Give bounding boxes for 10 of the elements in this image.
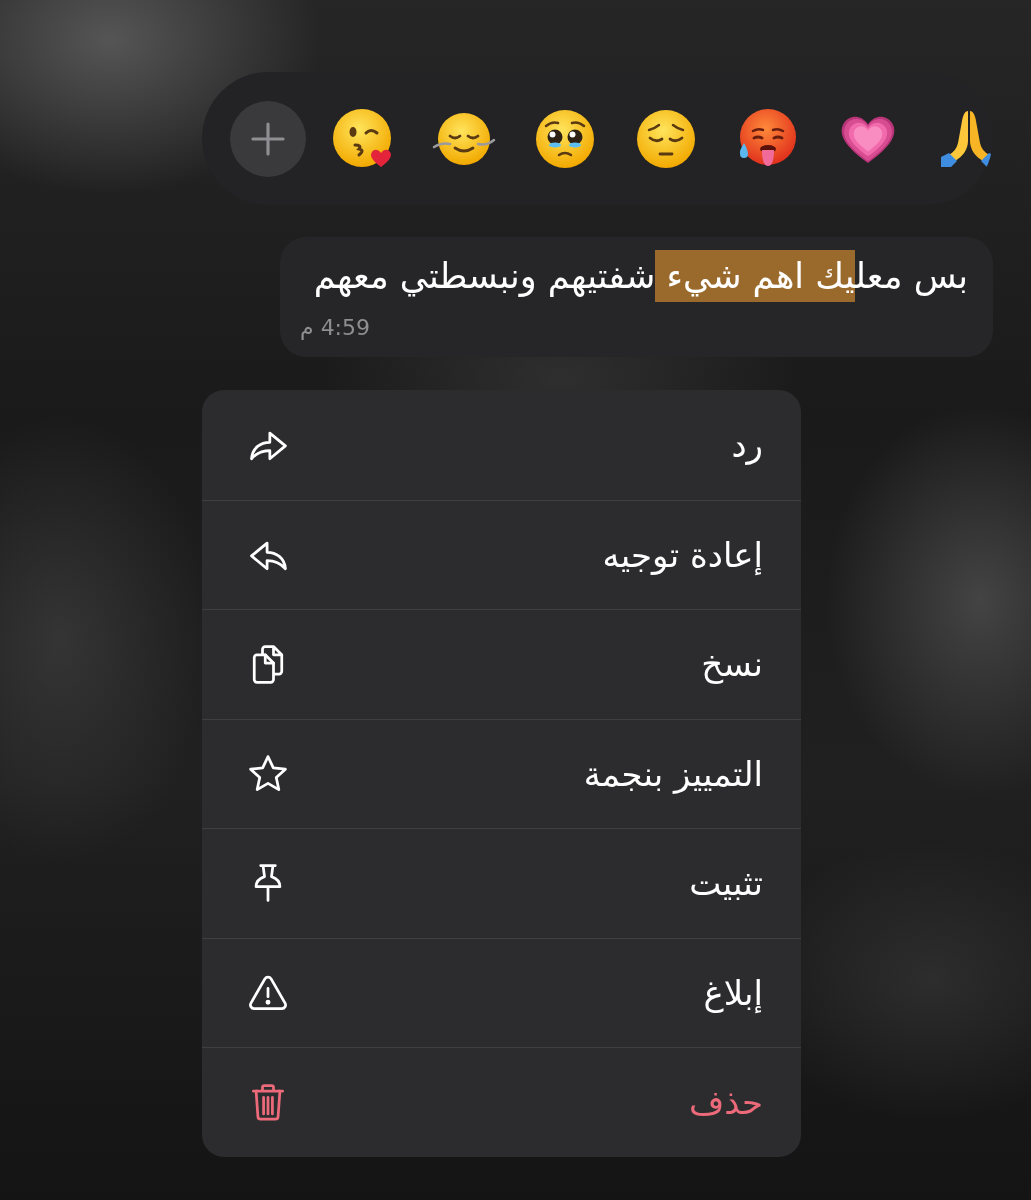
message-text: بس معليك اهم شيء شفتيهم ونبسطتي معهم bbox=[313, 249, 968, 303]
menu-item[interactable]: رد bbox=[202, 390, 801, 500]
plus-icon bbox=[251, 121, 285, 156]
menu-item[interactable]: حذف bbox=[202, 1047, 801, 1157]
menu-item[interactable]: نسخ bbox=[202, 609, 801, 719]
menu-item[interactable]: إعادة توجيه bbox=[202, 499, 801, 609]
menu-item[interactable]: التمييز بنجمة bbox=[202, 718, 801, 828]
message-time: 4:59 م bbox=[300, 314, 371, 342]
menu-item[interactable]: تثبيت bbox=[202, 828, 801, 938]
menu-item[interactable]: إبلاغ bbox=[202, 937, 801, 1047]
